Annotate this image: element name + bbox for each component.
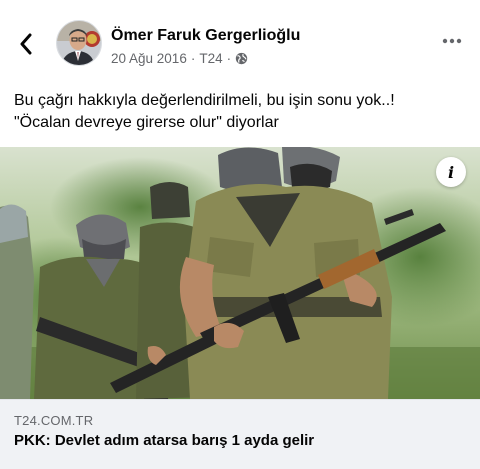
post-date[interactable]: 20 Ağu 2016 — [111, 51, 187, 66]
post-text-line: "Öcalan devreye girerse olur" diyorlar — [14, 114, 279, 131]
post-text-line: Bu çağrı hakkıyla değerlendirilmeli, bu … — [14, 92, 395, 109]
chevron-left-icon — [20, 33, 32, 55]
info-button[interactable]: i — [436, 157, 466, 187]
post-text: Bu çağrı hakkıyla değerlendirilmeli, bu … — [14, 90, 470, 134]
author-name[interactable]: Ömer Faruk Gergerlioğlu — [111, 27, 300, 45]
avatar-photo — [57, 21, 101, 65]
globe-icon — [235, 52, 248, 65]
link-preview-title[interactable]: PKK: Devlet adım atarsa barış 1 ayda gel… — [14, 432, 314, 449]
info-icon: i — [447, 162, 455, 182]
avatar[interactable] — [56, 20, 102, 66]
link-preview-image[interactable]: i — [0, 147, 480, 399]
news-photo — [0, 147, 480, 399]
link-preview-meta: T24.COM.TR PKK: Devlet adım atarsa barış… — [0, 399, 480, 469]
link-preview-card[interactable]: i T24.COM.TR PKK: Devlet adım atarsa bar… — [0, 147, 480, 469]
more-dots-icon — [442, 38, 462, 44]
back-button[interactable] — [14, 30, 38, 58]
link-preview-domain: T24.COM.TR — [14, 413, 94, 428]
post-meta: 20 Ağu 2016 · T24 · — [111, 51, 248, 66]
post-header: Ömer Faruk Gergerlioğlu 20 Ağu 2016 · T2… — [0, 0, 480, 80]
more-options-button[interactable] — [440, 34, 464, 48]
facebook-post: Ömer Faruk Gergerlioğlu 20 Ağu 2016 · T2… — [0, 0, 480, 469]
meta-separator: · — [190, 51, 196, 66]
post-source: T24 — [199, 51, 223, 66]
meta-separator: · — [226, 51, 232, 66]
